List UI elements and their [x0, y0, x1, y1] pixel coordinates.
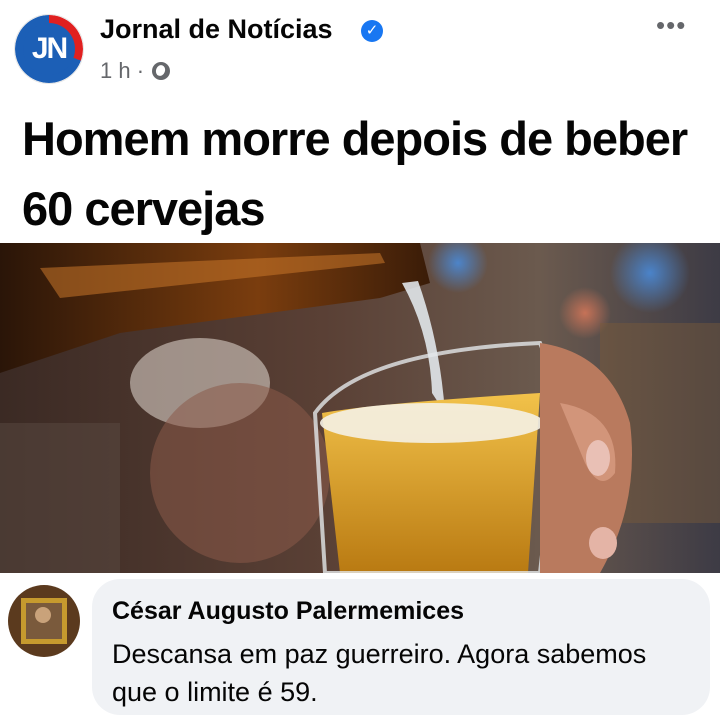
- commenter-name-link[interactable]: César Augusto Palermemices: [112, 597, 464, 626]
- avatar-logo-text: JN: [23, 23, 75, 75]
- post-time-link[interactable]: 1 h: [100, 58, 131, 83]
- globe-icon[interactable]: [152, 62, 171, 80]
- post-header: JN Jornal de Notícias ✓ 1 h · •••: [0, 0, 720, 100]
- meta-separator: ·: [136, 58, 145, 83]
- commenter-avatar[interactable]: [8, 585, 80, 657]
- post-meta: 1 h ·: [100, 58, 171, 84]
- comment-text: Descansa em paz guerreiro. Agora sabemos…: [112, 639, 647, 707]
- page-name-link[interactable]: Jornal de Notícias: [100, 14, 333, 45]
- post-text-line-2: 60 cervejas: [22, 182, 266, 235]
- comment-bubble: César Augusto Palermemices Descansa em p…: [92, 579, 710, 715]
- post-text: Homem morre depois de beber 60 cervejas: [22, 104, 712, 244]
- page-avatar[interactable]: JN: [14, 14, 84, 84]
- avatar-face: [35, 607, 51, 623]
- post-photo[interactable]: [0, 243, 720, 573]
- more-options-icon[interactable]: •••: [656, 12, 686, 38]
- comment: César Augusto Palermemices Descansa em p…: [0, 573, 720, 724]
- post-text-line-1: Homem morre depois de beber: [22, 112, 688, 165]
- verified-badge-icon: ✓: [361, 20, 383, 42]
